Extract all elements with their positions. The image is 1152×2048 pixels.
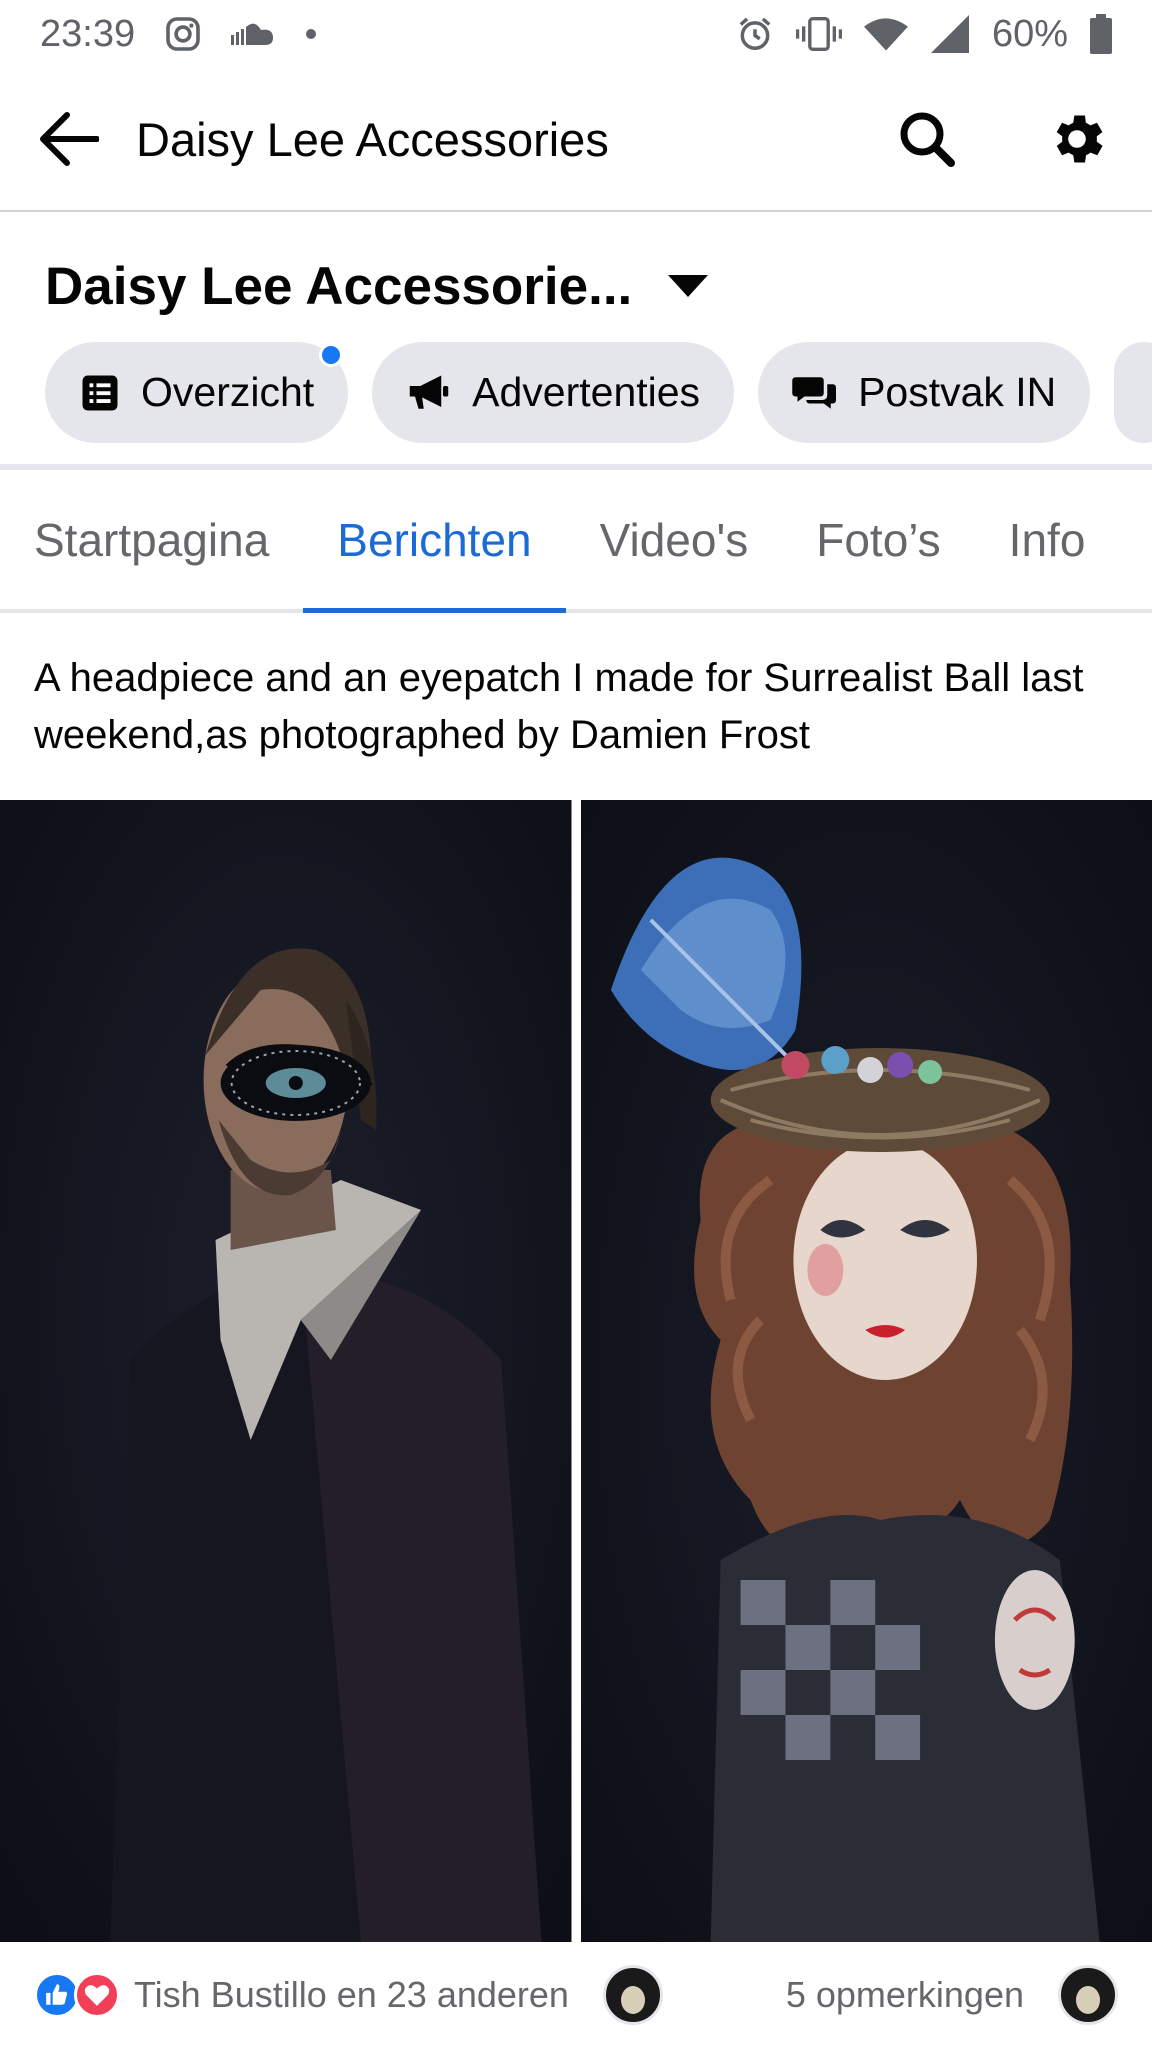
status-time: 23:39 [40, 12, 136, 55]
dot-icon [305, 28, 317, 40]
tab-berichten[interactable]: Berichten [303, 470, 566, 613]
page-tabs: Startpagina Berichten Video's Foto’s Inf… [0, 470, 1152, 613]
vibrate-icon [795, 15, 842, 53]
header-title: Daisy Lee Accessories [136, 112, 609, 166]
tab-info[interactable]: Info [975, 470, 1120, 609]
caret-down-icon [668, 274, 709, 297]
back-button[interactable] [0, 67, 136, 211]
post-text: A headpiece and an eyepatch I made for S… [34, 656, 1084, 757]
page-name: Daisy Lee Accessorie... [45, 257, 633, 316]
tab-fotos[interactable]: Foto’s [782, 470, 974, 609]
advertenties-pill[interactable]: Advertenties [372, 342, 735, 443]
postvak-label: Postvak IN [858, 369, 1057, 415]
signal-icon [930, 15, 970, 53]
comments-count[interactable]: 5 opmerkingen [786, 1974, 1024, 2016]
battery-percent: 60% [991, 12, 1068, 55]
notification-dot [319, 343, 344, 367]
overzicht-label: Overzicht [141, 369, 315, 415]
instagram-icon [165, 16, 201, 52]
reaction-names[interactable]: Tish Bustillo en 23 anderen [134, 1974, 569, 2016]
alarm-icon [736, 15, 774, 53]
overzicht-pill[interactable]: Overzicht [45, 342, 349, 443]
tab-startpagina[interactable]: Startpagina [0, 470, 303, 609]
photo-eyepatch[interactable] [0, 800, 572, 1942]
heart-icon [74, 1972, 120, 2018]
search-button[interactable] [852, 67, 1002, 211]
settings-button[interactable] [1002, 67, 1152, 211]
arrow-left-icon [40, 112, 99, 166]
soundcloud-icon [231, 21, 275, 47]
tab-videos[interactable]: Video's [566, 470, 783, 609]
reaction-icons[interactable] [34, 1972, 120, 2018]
battery-icon [1090, 14, 1112, 54]
wifi-icon [863, 17, 908, 51]
postvak-pill[interactable]: Postvak IN [758, 342, 1091, 443]
more-pill[interactable] [1114, 342, 1152, 443]
post-photos [0, 800, 1152, 1942]
list-icon [82, 375, 118, 410]
chat-icon [792, 376, 837, 409]
app-header: Daisy Lee Accessories [0, 68, 1152, 212]
search-icon [900, 112, 955, 167]
gear-icon [1056, 115, 1103, 163]
megaphone-icon [409, 375, 449, 409]
avatar[interactable] [602, 1965, 663, 2025]
photo-headpiece[interactable] [580, 800, 1152, 1942]
page-shortcuts: Overzicht Advertenties Postvak IN [45, 342, 1152, 443]
page-header: Daisy Lee Accessorie... Overzicht Advert… [0, 212, 1152, 466]
commenter-avatar[interactable] [1058, 1965, 1118, 2025]
status-bar: 23:39 60% [0, 0, 1152, 68]
advertenties-label: Advertenties [472, 369, 701, 415]
reactions-bar: Tish Bustillo en 23 anderen 5 opmerkinge… [0, 1942, 1152, 2048]
page-switcher[interactable]: Daisy Lee Accessorie... [45, 256, 709, 317]
